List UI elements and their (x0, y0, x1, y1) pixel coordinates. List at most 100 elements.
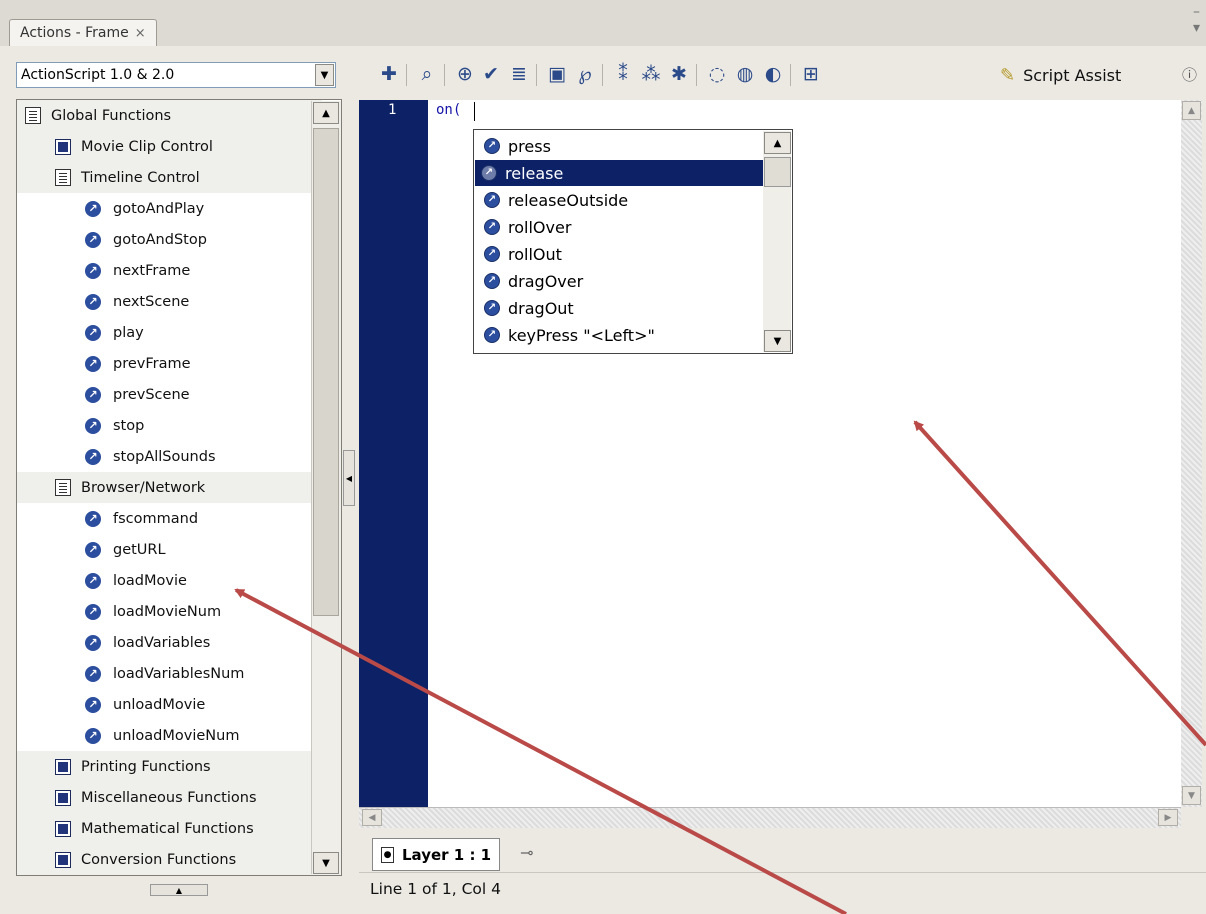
toolbox-category-item[interactable]: Miscellaneous Functions (17, 782, 341, 813)
toolbox-item-label: Mathematical Functions (81, 820, 254, 837)
scroll-down-icon[interactable]: ▼ (764, 330, 791, 352)
toolbox-scroll-thumb[interactable] (313, 128, 339, 616)
toolbox-category-item[interactable]: Timeline Control (17, 162, 341, 193)
toolbox-function-item[interactable]: ↗ stop (17, 410, 341, 441)
toolbox-function-item[interactable]: ↗ nextFrame (17, 255, 341, 286)
panel-tab-bar (0, 0, 1206, 46)
auto-format-icon[interactable]: ≣ (506, 61, 532, 87)
collapse-between-braces-icon[interactable]: ⁑ (610, 61, 636, 87)
toolbox-function-item[interactable]: ↗ loadVariables (17, 627, 341, 658)
function-icon: ↗ (85, 448, 101, 465)
open-book-icon (55, 479, 71, 496)
code-hint-item[interactable]: ↗ dragOut (478, 295, 768, 321)
toolbox-function-item[interactable]: ↗ prevScene (17, 379, 341, 410)
code-hint-scroll-thumb[interactable] (764, 157, 791, 187)
category-icon (55, 138, 71, 155)
remove-comment-icon[interactable]: ◐ (760, 61, 786, 87)
function-icon: ↗ (85, 510, 101, 527)
scroll-left-icon[interactable]: ◀ (362, 809, 382, 826)
function-icon: ↗ (484, 327, 500, 343)
code-hint-item[interactable]: ↗ keyPress "<Left>" (478, 322, 768, 348)
show-code-hint-icon[interactable]: ▣ (544, 61, 570, 87)
find-icon[interactable]: ⌕ (414, 61, 440, 87)
script-assist-label: Script Assist (1023, 65, 1122, 85)
toolbox-function-item[interactable]: ↗ gotoAndPlay (17, 193, 341, 224)
expand-all-icon[interactable]: ✱ (666, 61, 692, 87)
check-syntax-icon[interactable]: ✔ (478, 61, 504, 87)
function-icon: ↗ (484, 192, 500, 208)
pin-script-icon[interactable]: ⊸ (520, 843, 533, 862)
toolbox-item-label: Conversion Functions (81, 851, 237, 868)
tab-layer[interactable]: ● Layer 1 : 1 (372, 838, 501, 871)
code-hint-item[interactable]: ↗ releaseOutside (478, 187, 768, 213)
code-hint-item[interactable]: ↗ dragOver (478, 268, 768, 294)
code-hint-label: rollOver (508, 217, 572, 237)
debug-options-icon[interactable]: ℘ (572, 61, 598, 87)
toolbox-item-label: loadVariables (113, 634, 211, 651)
toolbar-divider (406, 64, 407, 86)
toolbox-function-item[interactable]: ↗ gotoAndStop (17, 224, 341, 255)
scroll-down-icon[interactable]: ▼ (313, 852, 339, 874)
toolbox-function-item[interactable]: ↗ loadMovie (17, 565, 341, 596)
toolbar-divider (444, 64, 445, 86)
editor-vertical-scrollbar[interactable] (1181, 100, 1202, 807)
toolbox-function-item[interactable]: ↗ unloadMovieNum (17, 720, 341, 751)
toolbox-item-label: loadMovie (113, 572, 187, 589)
scroll-up-icon[interactable]: ▲ (313, 102, 339, 124)
toolbar-divider (790, 64, 791, 86)
function-icon: ↗ (85, 200, 101, 217)
toolbox-item-label: fscommand (113, 510, 199, 527)
toolbox-function-item[interactable]: ↗ play (17, 317, 341, 348)
toolbox-item-label: prevFrame (113, 355, 191, 372)
toolbox-function-item[interactable]: ↗ prevFrame (17, 348, 341, 379)
toolbox-category-item[interactable]: Printing Functions (17, 751, 341, 782)
toolbox-category-item[interactable]: Global Functions (17, 100, 322, 131)
close-icon[interactable]: × (135, 26, 146, 41)
insert-target-path-icon[interactable]: ⊕ (452, 61, 478, 87)
toolbox-function-item[interactable]: ↗ unloadMovie (17, 689, 341, 720)
show-hide-toolbox-icon[interactable]: ⊞ (798, 61, 824, 87)
panel-menu-icon[interactable]: – ▾ (1193, 4, 1200, 36)
code-hint-label: rollOut (508, 244, 562, 264)
code-line[interactable]: on( (436, 102, 461, 118)
toolbox-item-label: loadVariablesNum (113, 665, 245, 682)
apply-block-comment-icon[interactable]: ◌ (704, 61, 730, 87)
toolbox-function-item[interactable]: ↗ loadMovieNum (17, 596, 341, 627)
toolbox-category-item[interactable]: Browser/Network (17, 472, 341, 503)
resize-grip[interactable]: ▲ (150, 884, 208, 896)
code-hint-item[interactable]: ↗ rollOut (478, 241, 768, 267)
scroll-up-icon[interactable]: ▲ (764, 132, 791, 154)
code-hint-item[interactable]: ↗ press (478, 133, 768, 159)
add-item-icon[interactable]: ✚ (376, 61, 402, 87)
tab-title: Actions - Frame (20, 25, 129, 41)
editor-horizontal-scrollbar[interactable] (359, 807, 1181, 828)
toolbox-function-item[interactable]: ↗ nextScene (17, 286, 341, 317)
collapse-selection-icon[interactable]: ⁂ (638, 61, 664, 87)
chevron-down-icon[interactable]: ▼ (315, 64, 334, 86)
toolbox-category-item[interactable]: Movie Clip Control (17, 131, 341, 162)
toolbox-function-item[interactable]: ↗ fscommand (17, 503, 341, 534)
actionscript-version-select[interactable]: ActionScript 1.0 & 2.0 ▼ (16, 62, 336, 88)
toolbox-item-label: nextFrame (113, 262, 191, 279)
toolbox-category-item[interactable]: Conversion Functions (17, 844, 341, 875)
apply-line-comment-icon[interactable]: ◍ (732, 61, 758, 87)
help-icon[interactable]: ⓘ (1182, 64, 1197, 85)
scroll-right-icon[interactable]: ▶ (1158, 809, 1178, 826)
category-icon (55, 851, 71, 868)
collapse-toolbox-handle[interactable]: ◀ (343, 450, 355, 506)
script-assist-button[interactable]: ✎ Script Assist (1000, 60, 1121, 90)
toolbox-category-item[interactable]: Mathematical Functions (17, 813, 341, 844)
scroll-down-icon[interactable]: ▼ (1182, 786, 1201, 805)
code-hint-item[interactable]: ↗ release (475, 160, 763, 186)
tab-actions-frame[interactable]: Actions - Frame × (9, 19, 157, 46)
scroll-up-icon[interactable]: ▲ (1182, 101, 1201, 120)
toolbox-item-label: nextScene (113, 293, 190, 310)
toolbox-function-item[interactable]: ↗ loadVariablesNum (17, 658, 341, 689)
function-icon: ↗ (85, 727, 101, 744)
toolbox-function-item[interactable]: ↗ getURL (17, 534, 341, 565)
function-icon: ↗ (85, 634, 101, 651)
code-hint-item[interactable]: ↗ rollOver (478, 214, 768, 240)
function-icon: ↗ (85, 324, 101, 341)
category-icon (55, 758, 71, 775)
toolbox-function-item[interactable]: ↗ stopAllSounds (17, 441, 341, 472)
